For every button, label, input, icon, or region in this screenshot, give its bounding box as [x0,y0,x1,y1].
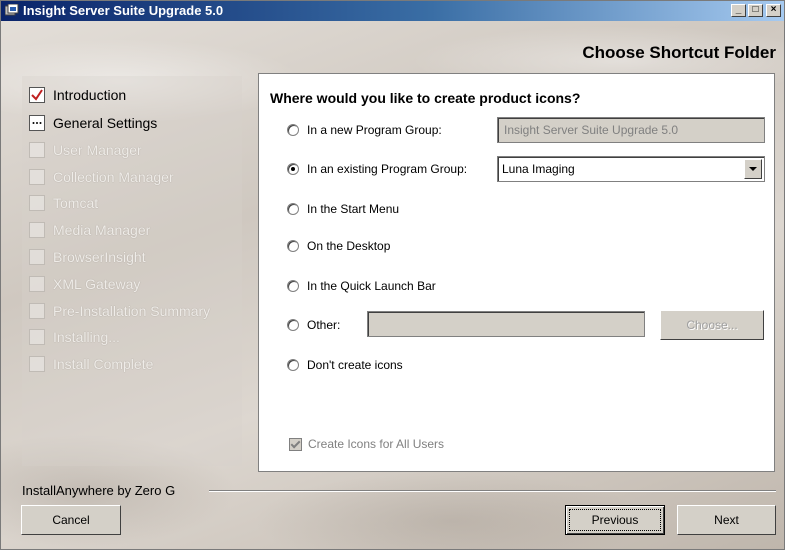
step-label: Collection Manager [53,169,174,185]
options-panel: Where would you like to create product i… [258,73,775,472]
previous-button[interactable]: Previous [565,505,665,535]
step-label: Tomcat [53,195,99,211]
radio-other[interactable] [287,319,299,331]
radio-start-menu[interactable] [287,203,299,215]
checkmark-icon [31,89,43,101]
step-label: Install Complete [53,356,154,372]
step-current-box [29,115,45,131]
step-label: XML Gateway [53,276,141,292]
radio-dont-create-icons[interactable] [287,359,299,371]
option-label-quick-launch: In the Quick Launch Bar [307,279,436,293]
step-pending-box [29,222,45,238]
step-pending-box [29,276,45,292]
next-button[interactable]: Next [677,505,776,535]
step-pending-box [29,356,45,372]
step-label: Installing... [53,329,120,345]
cancel-button[interactable]: Cancel [21,505,121,535]
minimize-button[interactable]: _ [731,4,746,17]
existing-group-value: Luna Imaging [502,162,575,176]
step-pending-box [29,303,45,319]
maximize-button[interactable]: □ [748,4,763,17]
installer-app-icon [5,4,19,16]
step-label: Pre-Installation Summary [53,303,211,319]
window-title: Insight Server Suite Upgrade 5.0 [23,3,224,18]
title-bar[interactable]: Insight Server Suite Upgrade 5.0 _ □ × [1,1,784,21]
step-label: Media Manager [53,222,151,238]
step-label: BrowserInsight [53,249,146,265]
ellipsis-icon [32,122,42,124]
chevron-down-icon[interactable] [744,159,762,179]
step-pending-box [29,249,45,265]
step-label: Introduction [53,87,127,103]
step-label: General Settings [53,115,158,131]
radio-new-program-group[interactable] [287,124,299,136]
option-label-desktop: On the Desktop [307,239,391,253]
step-done-checkbox [29,87,45,103]
footer-divider [209,490,776,492]
minimize-icon: _ [735,4,742,15]
vendor-brand: InstallAnywhere by Zero G [22,483,176,498]
close-button[interactable]: × [766,4,781,17]
step-pending-box [29,169,45,185]
step-pending-box [29,195,45,211]
all-users-checkbox[interactable] [289,438,302,451]
close-icon: × [770,4,777,15]
option-label-start-menu: In the Start Menu [307,202,400,216]
panel-title: Choose Shortcut Folder [582,43,776,62]
step-pending-box [29,329,45,345]
maximize-icon: □ [752,4,759,15]
option-label-other: Other: [307,318,341,332]
step-pending-box [29,142,45,158]
radio-existing-program-group[interactable] [287,163,299,175]
radio-quick-launch[interactable] [287,280,299,292]
question-heading: Where would you like to create product i… [270,90,581,106]
other-path-field[interactable] [367,311,645,337]
option-label-none: Don't create icons [307,358,403,372]
new-group-name-field[interactable]: Insight Server Suite Upgrade 5.0 [497,117,765,143]
steps-sidebar [22,76,242,466]
option-label-existing-group: In an existing Program Group: [307,162,468,176]
step-label: User Manager [53,142,142,158]
option-label-new-group: In a new Program Group: [307,123,442,137]
radio-desktop[interactable] [287,240,299,252]
all-users-label: Create Icons for All Users [308,437,445,451]
choose-button[interactable]: Choose... [660,310,764,340]
installer-window: Insight Server Suite Upgrade 5.0 _ □ × C… [0,0,785,550]
existing-group-select[interactable]: Luna Imaging [497,156,765,182]
